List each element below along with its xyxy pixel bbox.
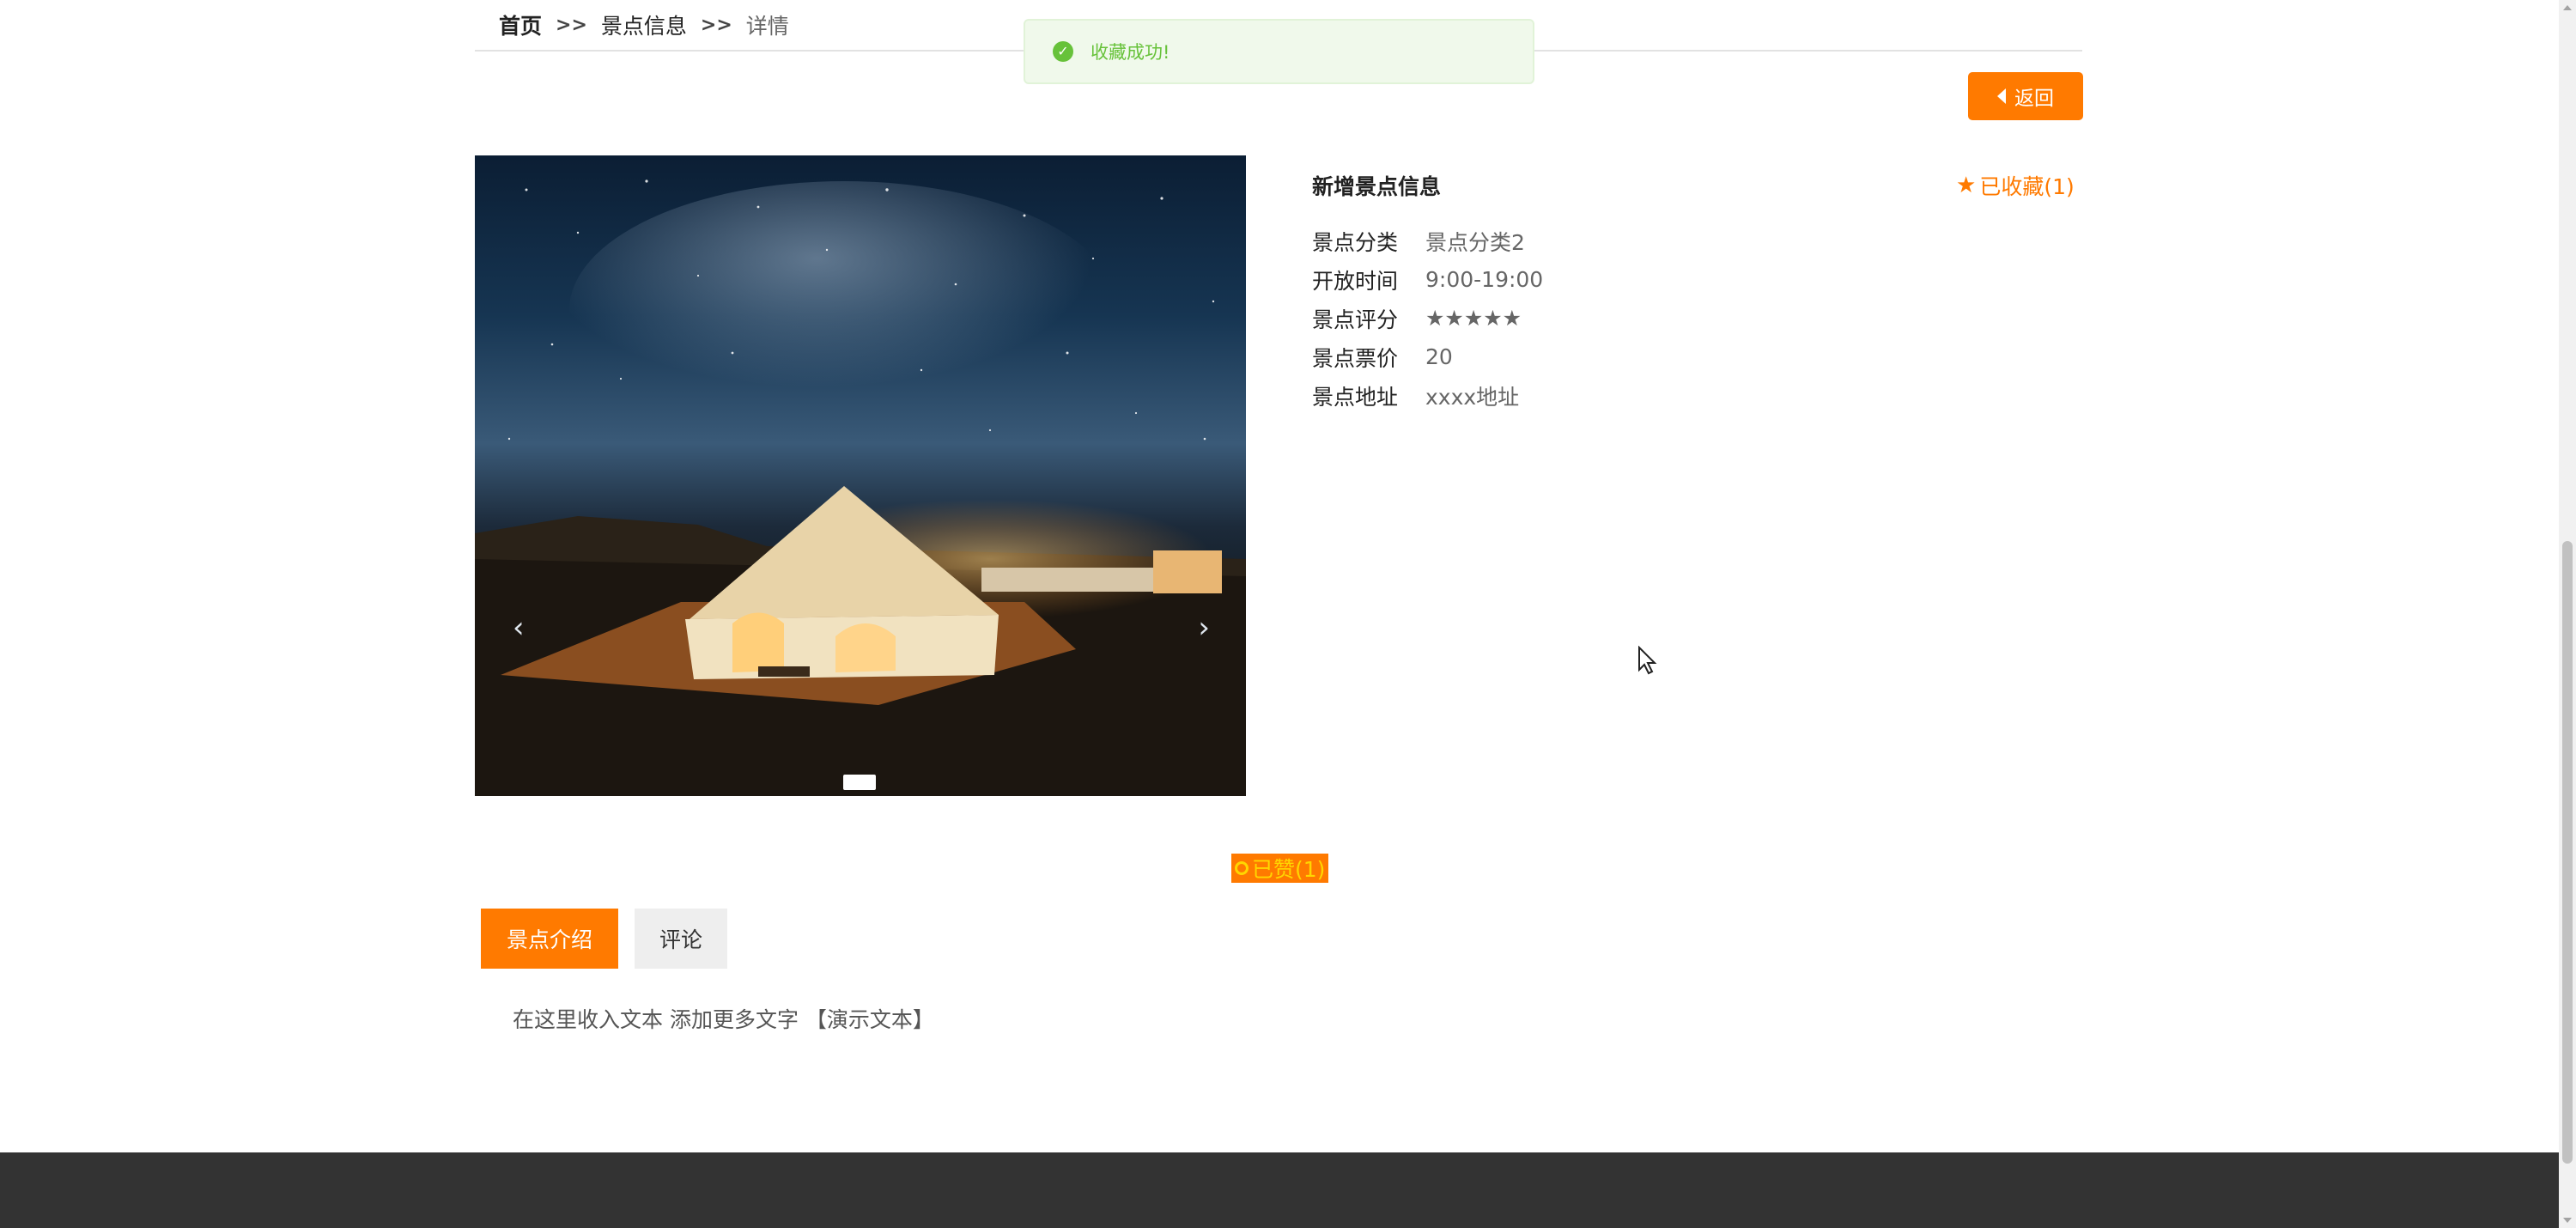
info-label: 景点分类 [1312,229,1399,255]
carousel-image [475,179,1246,796]
info-row-address: 景点地址 xxxx地址 [1312,376,1543,415]
thumb-up-icon [1235,861,1249,875]
breadcrumb-current: 详情 [745,14,789,39]
breadcrumb-separator: >> [700,14,732,36]
check-circle-icon: ✓ [1053,41,1073,62]
vertical-scrollbar[interactable] [2559,0,2576,1228]
page: 首页 >> 景点信息 >> 详情 ✓ 收藏成功! 返回 ‹ › 新增景点信息 ★… [0,0,2559,1228]
info-row-rating: 景点评分 ★★★★★ [1312,299,1543,337]
image-carousel[interactable]: ‹ › [475,155,1246,796]
scrollbar-thumb[interactable] [2562,541,2573,1164]
info-row-category: 景点分类 景点分类2 [1312,222,1543,260]
breadcrumb-scenic-link[interactable]: 景点信息 [601,9,687,40]
info-value: 20 [1425,344,1453,369]
breadcrumb-separator: >> [556,14,587,36]
carousel-next-arrow[interactable]: › [1198,611,1210,645]
info-value: 景点分类2 [1425,229,1525,255]
breadcrumb-home-link[interactable]: 首页 [499,9,542,40]
info-label: 景点地址 [1312,384,1399,410]
info-row-price: 景点票价 20 [1312,337,1543,376]
tab-introduction[interactable]: 景点介绍 [481,909,618,969]
back-button[interactable]: 返回 [1968,72,2083,120]
mouse-cursor-icon [1638,646,1657,675]
like-label: 已赞(1) [1252,857,1326,882]
like-button[interactable]: 已赞(1) [1231,854,1329,883]
scroll-up-arrow-icon[interactable] [2563,5,2572,10]
rating-stars: ★★★★★ [1425,306,1522,331]
info-row-hours: 开放时间 9:00-19:00 [1312,260,1543,299]
favorite-label: 已收藏(1) [1979,174,2075,199]
star-icon: ★ [1956,173,1977,198]
intro-content: 在这里收入文本 添加更多文字 【演示文本】 [513,1007,934,1032]
info-label: 开放时间 [1312,268,1399,294]
tab-comments[interactable]: 评论 [635,909,727,969]
carousel-prev-arrow[interactable]: ‹ [513,611,525,645]
info-list: 景点分类 景点分类2 开放时间 9:00-19:00 景点评分 ★★★★★ 景点… [1312,222,1543,415]
carousel-indicator[interactable] [843,775,876,790]
success-toast: ✓ 收藏成功! [1024,19,1534,84]
info-value: 9:00-19:00 [1425,267,1544,292]
favorite-button[interactable]: ★ 已收藏(1) [1956,170,2075,201]
info-label: 景点票价 [1312,345,1399,371]
caret-left-icon [1997,88,2006,104]
toast-message: 收藏成功! [1091,42,1170,63]
info-label: 景点评分 [1312,307,1399,332]
scroll-down-arrow-icon[interactable] [2563,1218,2572,1223]
scenic-title: 新增景点信息 [1312,174,1442,199]
footer [0,1152,2559,1228]
back-button-label: 返回 [2014,88,2054,110]
info-value: xxxx地址 [1425,384,1520,410]
